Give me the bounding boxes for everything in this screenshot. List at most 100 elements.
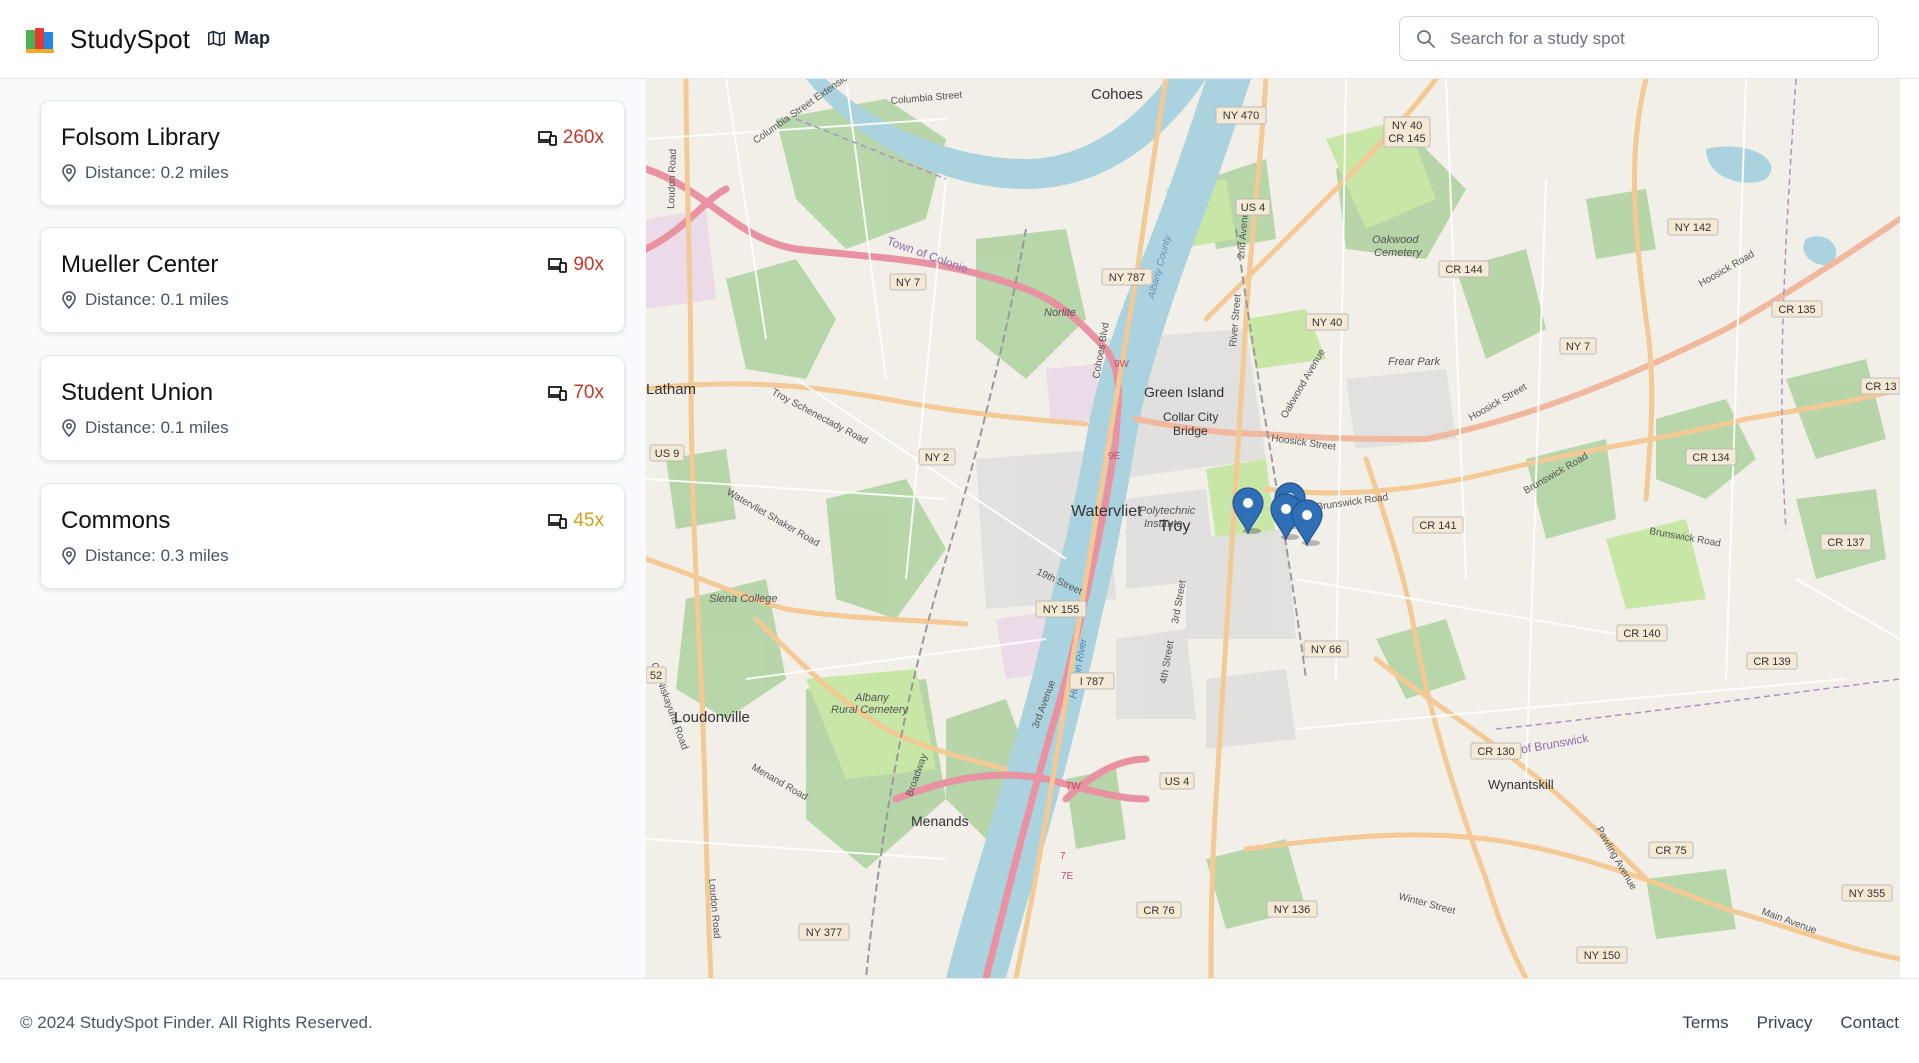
svg-text:NY 787: NY 787: [1109, 272, 1146, 284]
spot-distance-text: Distance: 0.1 miles: [85, 290, 229, 309]
label-albany-1: Albany: [854, 692, 890, 704]
spot-card-folsom-library[interactable]: Folsom Library 260x Distance: 0.2 miles: [40, 100, 625, 206]
shield-ny150: NY 150: [1576, 946, 1628, 964]
label-norlite: Norlite: [1044, 307, 1076, 319]
shield-ny2: NY 2: [918, 448, 956, 466]
footer-link-privacy[interactable]: Privacy: [1757, 1013, 1813, 1033]
road-exit-7w: 7W: [1066, 781, 1082, 792]
spot-distance: Distance: 0.3 miles: [61, 546, 229, 566]
svg-text:52: 52: [650, 670, 662, 682]
label-watervliet: Watervliet: [1071, 503, 1142, 520]
spot-card-mueller-center[interactable]: Mueller Center 90x Distance: 0.1 miles: [40, 227, 625, 333]
spot-name: Student Union: [61, 379, 214, 406]
search-box[interactable]: [1399, 16, 1879, 61]
shield-cr144: CR 144: [1438, 260, 1490, 278]
svg-text:CR 139: CR 139: [1753, 656, 1790, 668]
location-pin-icon: [62, 547, 76, 565]
devices-icon: [537, 131, 557, 146]
footer-links: Terms Privacy Contact: [1682, 1013, 1899, 1033]
spot-count-value: 260x: [562, 127, 604, 148]
shield-ny40-mid: NY 40: [1305, 313, 1349, 331]
spot-card-student-union[interactable]: Student Union 70x Distance: 0.1 miles: [40, 355, 625, 461]
svg-text:NY 470: NY 470: [1223, 110, 1260, 122]
road-exit-9e: 9E: [1108, 451, 1121, 462]
svg-text:NY 136: NY 136: [1274, 904, 1311, 916]
svg-text:CR 144: CR 144: [1445, 264, 1482, 276]
shield-cr140: CR 140: [1616, 624, 1668, 642]
svg-text:CR 141: CR 141: [1419, 520, 1456, 532]
shield-52: 52: [646, 666, 667, 684]
svg-text:US 4: US 4: [1241, 202, 1265, 214]
spot-distance: Distance: 0.1 miles: [61, 290, 229, 310]
shield-ny142: NY 142: [1667, 218, 1719, 236]
label-siena: Siena College: [709, 593, 778, 605]
spot-name: Commons: [61, 507, 171, 534]
label-menands: Menands: [911, 813, 969, 829]
shield-us4-top: US 4: [1235, 198, 1271, 216]
shield-ny40-top: NY 40CR 145: [1383, 116, 1431, 148]
shield-ny470: NY 470: [1215, 106, 1267, 125]
svg-text:NY 40: NY 40: [1392, 120, 1422, 132]
footer-link-terms[interactable]: Terms: [1682, 1013, 1728, 1033]
svg-text:NY 355: NY 355: [1849, 888, 1886, 900]
shield-ny7-left: NY 7: [889, 273, 927, 291]
label-oakwood-2: Cemetery: [1374, 247, 1423, 259]
shield-cr75: CR 75: [1648, 841, 1694, 859]
label-green-island: Green Island: [1144, 384, 1224, 400]
studyspot-logo-icon[interactable]: [24, 27, 56, 55]
shield-us9: US 9: [649, 444, 685, 462]
map-view[interactable]: Cohoes Latham Green Island Collar City B…: [646, 79, 1900, 978]
shield-cr141: CR 141: [1412, 516, 1464, 534]
svg-text:CR 135: CR 135: [1778, 304, 1815, 316]
shield-ny66: NY 66: [1303, 640, 1349, 658]
svg-text:CR 145: CR 145: [1388, 133, 1425, 145]
footer-link-contact[interactable]: Contact: [1840, 1013, 1899, 1033]
spot-count-value: 90x: [573, 254, 604, 275]
shield-cr130: CR 130: [1470, 742, 1522, 760]
spot-count-value: 70x: [573, 382, 604, 403]
spot-name: Mueller Center: [61, 251, 219, 278]
svg-text:CR 137: CR 137: [1827, 537, 1864, 549]
svg-text:US 4: US 4: [1165, 776, 1189, 788]
spot-name: Folsom Library: [61, 124, 220, 151]
map-canvas[interactable]: Cohoes Latham Green Island Collar City B…: [646, 79, 1900, 978]
svg-text:I 787: I 787: [1080, 676, 1104, 688]
search-input[interactable]: [1450, 17, 1870, 60]
spot-checkin-count: 70x: [547, 382, 604, 404]
spot-card-commons[interactable]: Commons 45x Distance: 0.3 miles: [40, 483, 625, 589]
copyright-text: © 2024 StudySpot Finder. All Rights Rese…: [20, 1013, 373, 1032]
label-rpi-1: Polytechnic: [1139, 505, 1196, 517]
label-collar-city-1: Collar City: [1163, 410, 1218, 424]
svg-text:NY 2: NY 2: [925, 452, 949, 464]
label-latham: Latham: [646, 381, 696, 398]
svg-text:NY 66: NY 66: [1311, 644, 1341, 656]
location-pin-icon: [62, 164, 76, 182]
spot-distance-text: Distance: 0.2 miles: [85, 163, 229, 182]
location-pin-icon: [62, 291, 76, 309]
spot-checkin-count: 260x: [537, 127, 604, 149]
spot-distance: Distance: 0.1 miles: [61, 418, 229, 438]
devices-icon: [548, 258, 568, 273]
shield-cr13x: CR 13: [1860, 377, 1900, 395]
spot-distance-text: Distance: 0.3 miles: [85, 546, 229, 565]
shield-cr76: CR 76: [1136, 901, 1182, 919]
label-cohoes: Cohoes: [1091, 86, 1143, 103]
shield-ny355: NY 355: [1841, 884, 1893, 902]
app-footer: © 2024 StudySpot Finder. All Rights Rese…: [0, 978, 1919, 1063]
svg-text:CR 13: CR 13: [1865, 381, 1896, 393]
svg-text:NY 155: NY 155: [1043, 604, 1080, 616]
road-loudon-top: Loudon Road: [666, 149, 679, 209]
svg-text:CR 134: CR 134: [1692, 452, 1729, 464]
svg-text:NY 7: NY 7: [1566, 341, 1590, 353]
nav-map-link[interactable]: Map: [207, 28, 270, 49]
spot-checkin-count: 90x: [547, 254, 604, 276]
shield-ny7-right: NY 7: [1559, 337, 1597, 355]
label-collar-city-2: Bridge: [1173, 424, 1208, 438]
spot-list-sidebar: Folsom Library 260x Distance: 0.2 miles …: [0, 79, 646, 978]
svg-text:CR 140: CR 140: [1623, 628, 1660, 640]
shield-cr137: CR 137: [1820, 533, 1872, 551]
svg-text:NY 7: NY 7: [896, 277, 920, 289]
road-exit-7e: 7E: [1061, 871, 1074, 882]
devices-icon: [548, 386, 568, 401]
brand-name[interactable]: StudySpot: [70, 24, 190, 55]
